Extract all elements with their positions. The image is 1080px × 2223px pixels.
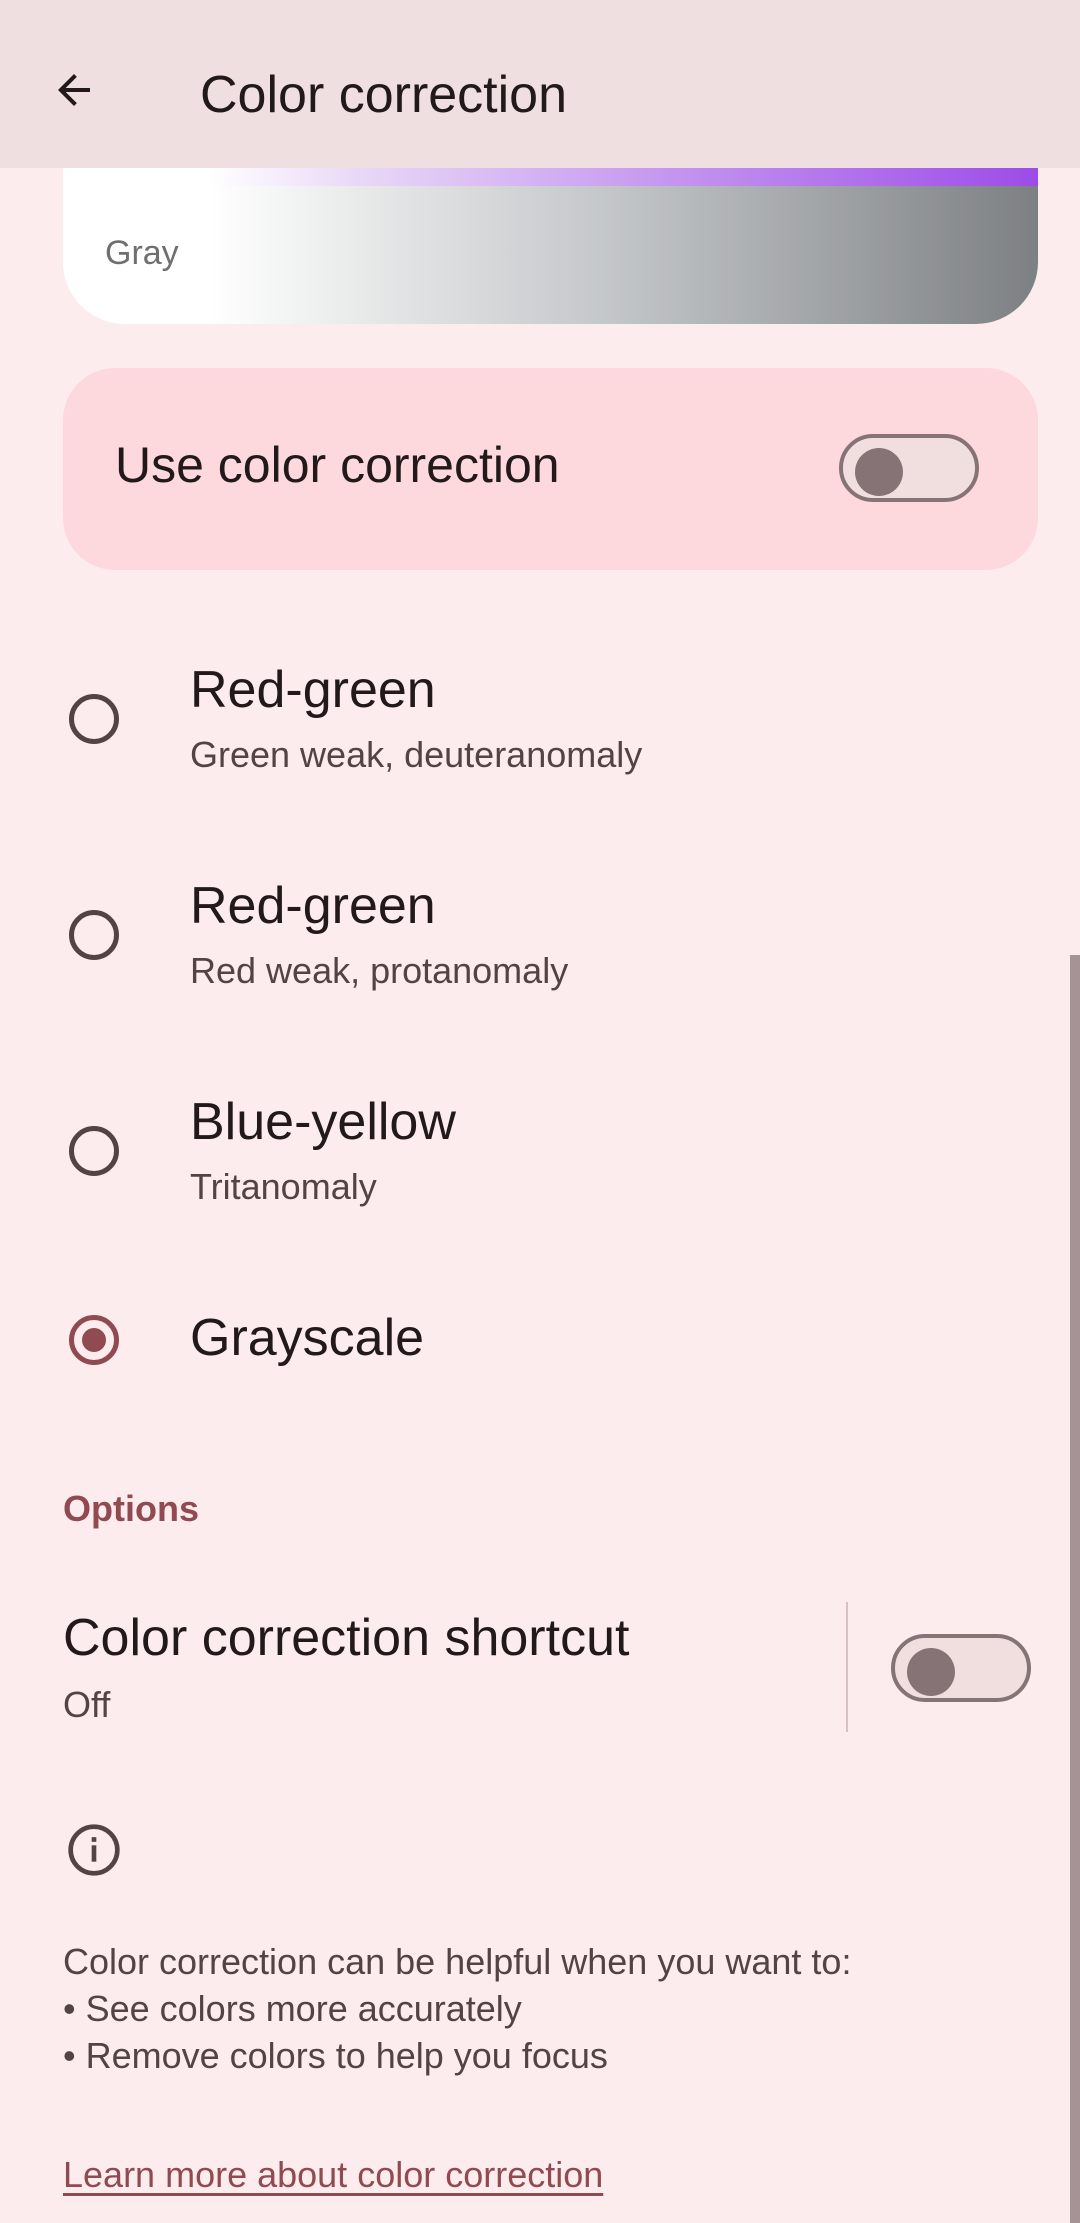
arrow-back-icon (58, 74, 90, 106)
mode-row-deuteranomaly[interactable]: Red-green Green weak, deuteranomaly (0, 650, 1060, 790)
page-title: Color correction (200, 66, 568, 124)
top-app-bar: Color correction (0, 0, 1080, 168)
use-color-correction-row[interactable]: Use color correction (63, 368, 1038, 570)
use-color-correction-label: Use color correction (115, 437, 560, 493)
footer-description: Color correction can be helpful when you… (63, 1941, 852, 2076)
radio-button-tritanomaly[interactable] (69, 1126, 119, 1176)
mode-subtitle: Tritanomaly (190, 1166, 377, 1207)
options-section-header: Options (63, 1488, 199, 1529)
color-correction-shortcut-title[interactable]: Color correction shortcut (63, 1608, 629, 1668)
radio-button-grayscale[interactable] (69, 1315, 119, 1365)
vertical-divider (846, 1602, 848, 1732)
mode-row-grayscale[interactable]: Grayscale (0, 1300, 1060, 1400)
mode-title: Red-green (190, 661, 436, 719)
radio-button-deuteranomaly[interactable] (69, 694, 119, 744)
gray-gradient-swatch (63, 186, 1038, 324)
learn-more-link[interactable]: Learn more about color correction (63, 2154, 603, 2196)
purple-gradient-swatch (63, 168, 1038, 186)
mode-title: Blue-yellow (190, 1093, 456, 1151)
mode-subtitle: Green weak, deuteranomaly (190, 734, 643, 775)
mode-row-tritanomaly[interactable]: Blue-yellow Tritanomaly (0, 1082, 1060, 1222)
switch-thumb (907, 1648, 955, 1696)
use-color-correction-switch[interactable] (839, 434, 979, 502)
mode-title: Grayscale (190, 1309, 425, 1367)
mode-row-protanomaly[interactable]: Red-green Red weak, protanomaly (0, 866, 1060, 1006)
scrollbar[interactable] (1070, 955, 1080, 2223)
mode-subtitle: Red weak, protanomaly (190, 950, 569, 991)
back-button[interactable] (40, 56, 108, 124)
radio-button-protanomaly[interactable] (69, 910, 119, 960)
mode-title: Red-green (190, 877, 436, 935)
switch-thumb (855, 448, 903, 496)
preview-label-gray: Gray (105, 234, 179, 272)
color-correction-shortcut-switch[interactable] (891, 1634, 1031, 1702)
color-preview-card: Gray (63, 150, 1038, 324)
info-icon (68, 1824, 120, 1876)
color-correction-shortcut-status: Off (63, 1684, 111, 1725)
